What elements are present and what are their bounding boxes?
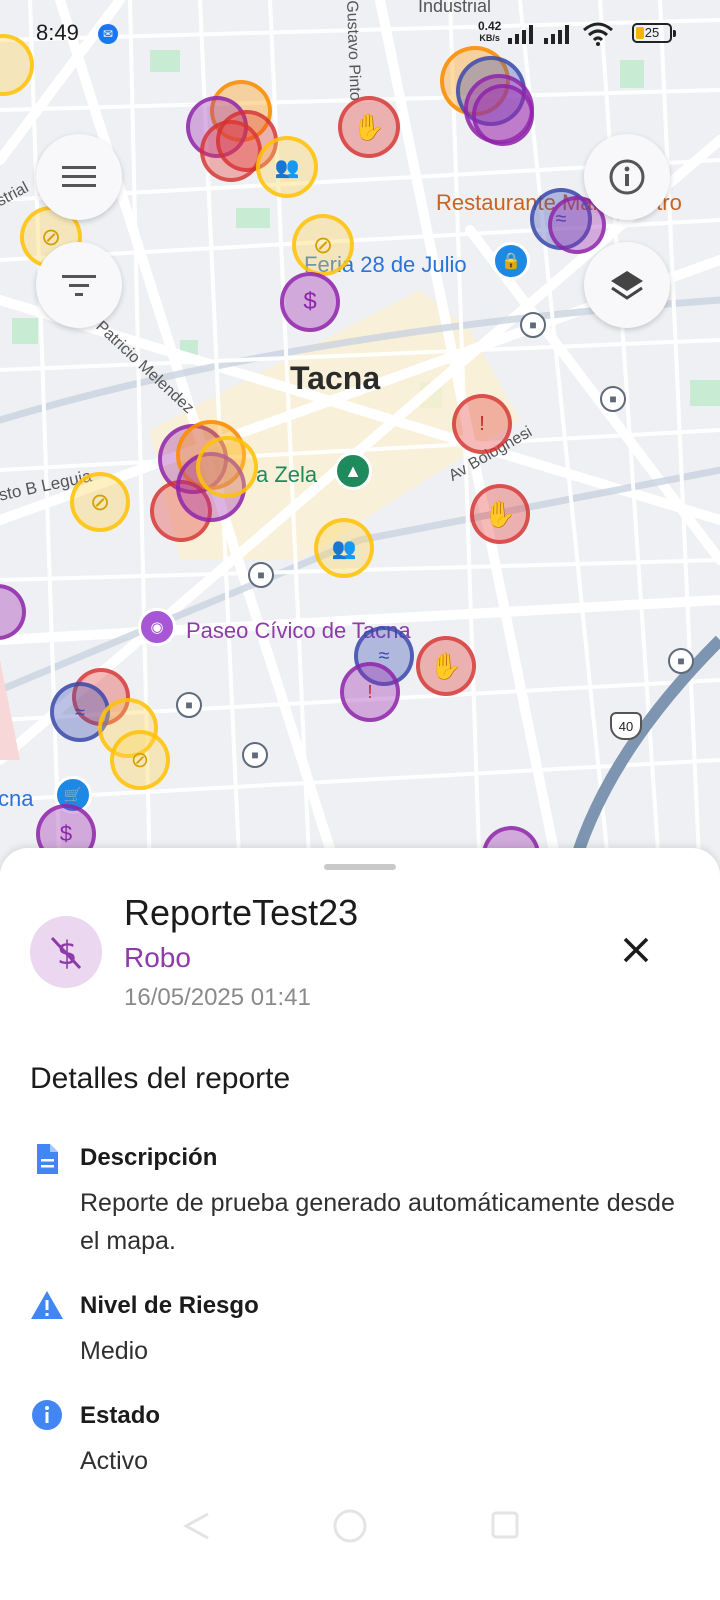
network-speed-value: 0.42 bbox=[478, 19, 502, 33]
bus-stop-icon[interactable]: ■ bbox=[600, 386, 626, 412]
menu-button[interactable] bbox=[36, 134, 122, 220]
incident-marker-robbery[interactable]: $ bbox=[280, 272, 340, 332]
incident-marker[interactable]: ! bbox=[452, 394, 512, 454]
warning-icon bbox=[31, 1291, 63, 1319]
category-avatar: $ bbox=[30, 916, 102, 988]
incident-marker[interactable]: ⊘ bbox=[70, 472, 130, 532]
highway-shield-icon: 40 bbox=[610, 712, 642, 740]
report-title: ReporteTest23 bbox=[124, 892, 359, 933]
incident-marker-stop[interactable]: ✋ bbox=[416, 636, 476, 696]
camera-pin-icon[interactable]: ◉ bbox=[138, 608, 176, 646]
info-icon bbox=[32, 1400, 62, 1430]
status-time: 8:49 bbox=[36, 20, 79, 45]
signal-icon-2 bbox=[544, 25, 569, 44]
system-nav-bar bbox=[0, 1500, 720, 1600]
incident-marker[interactable]: ! bbox=[340, 662, 400, 722]
home-icon[interactable] bbox=[332, 1508, 368, 1544]
map-label-tacna: Tacna bbox=[290, 360, 381, 396]
back-icon[interactable] bbox=[182, 1512, 212, 1540]
incident-marker[interactable] bbox=[196, 436, 258, 498]
layers-button[interactable] bbox=[584, 242, 670, 328]
incident-marker[interactable]: ⊘ bbox=[110, 730, 170, 790]
info-button[interactable] bbox=[584, 134, 670, 220]
map-view[interactable]: Industrial Gustavo Pinto strial Restaura… bbox=[0, 0, 720, 880]
incident-marker[interactable]: 👥 bbox=[256, 136, 318, 198]
sheet-drag-handle[interactable] bbox=[324, 864, 396, 870]
bus-stop-icon[interactable]: ■ bbox=[248, 562, 274, 588]
money-off-icon: $ bbox=[50, 934, 82, 972]
status-bar: 8:49 ✉ 0.42 KB/s 25 bbox=[0, 0, 720, 64]
map-label-cna: cna bbox=[0, 786, 34, 811]
report-detail-sheet: $ ReporteTest23 Robo 16/05/2025 01:41 De… bbox=[0, 848, 720, 1600]
risk-level-label: Nivel de Riesgo bbox=[80, 1292, 259, 1319]
info-outline-icon bbox=[609, 159, 645, 195]
report-category: Robo bbox=[124, 942, 191, 973]
park-pin-icon[interactable]: ▲ bbox=[334, 452, 372, 490]
document-icon bbox=[37, 1144, 58, 1174]
battery-icon: 25 bbox=[632, 23, 676, 43]
network-speed: 0.42 KB/s bbox=[478, 20, 501, 44]
bus-stop-icon[interactable]: ■ bbox=[242, 742, 268, 768]
network-speed-unit: KB/s bbox=[479, 33, 500, 43]
close-button[interactable] bbox=[610, 924, 662, 976]
section-title: Detalles del reporte bbox=[30, 1062, 291, 1095]
signal-icon bbox=[508, 25, 533, 44]
highway-number: 40 bbox=[618, 718, 634, 734]
bus-stop-icon[interactable]: ■ bbox=[520, 312, 546, 338]
map-label-zela: a Zela bbox=[256, 462, 318, 487]
layers-icon bbox=[611, 271, 643, 300]
incident-marker-stop[interactable]: ✋ bbox=[338, 96, 400, 158]
recents-icon[interactable] bbox=[490, 1510, 520, 1540]
incident-marker[interactable]: ⊘ bbox=[292, 214, 354, 276]
hamburger-icon bbox=[62, 166, 96, 187]
shopping-pin-icon[interactable]: 🔒 bbox=[492, 242, 530, 280]
messenger-icon: ✉ bbox=[98, 24, 118, 44]
description-label: Descripción bbox=[80, 1144, 218, 1171]
status-value: Activo bbox=[80, 1447, 149, 1475]
incident-marker[interactable]: 👥 bbox=[314, 518, 374, 578]
bus-stop-icon[interactable]: ■ bbox=[176, 692, 202, 718]
bus-stop-icon[interactable]: ■ bbox=[668, 648, 694, 674]
wifi-icon bbox=[583, 22, 613, 46]
status-label: Estado bbox=[80, 1402, 161, 1429]
description-value: Reporte de prueba generado automáticamen… bbox=[80, 1189, 675, 1255]
filter-button[interactable] bbox=[36, 242, 122, 328]
incident-marker-stop[interactable]: ✋ bbox=[470, 484, 530, 544]
filter-icon bbox=[62, 275, 96, 296]
risk-level-value: Medio bbox=[80, 1337, 149, 1365]
incident-marker[interactable] bbox=[472, 84, 534, 146]
battery-level: 25 bbox=[644, 25, 660, 40]
report-datetime: 16/05/2025 01:41 bbox=[124, 984, 311, 1011]
close-icon bbox=[623, 937, 649, 963]
